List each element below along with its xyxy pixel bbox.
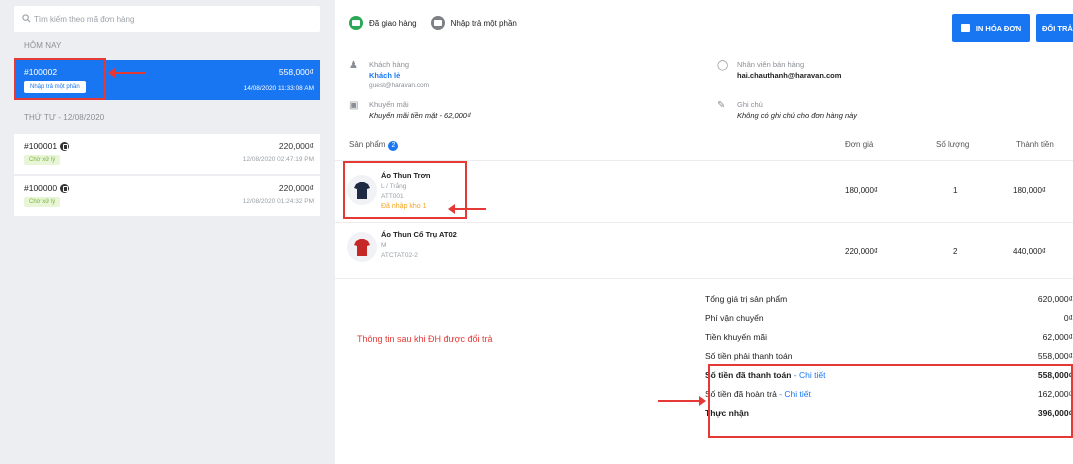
unit-price: 180,000₫ (845, 186, 879, 195)
quantity: 1 (953, 186, 958, 195)
total-header: Thành tiền (1016, 140, 1054, 149)
annotation-arrow (448, 204, 486, 214)
payable-value: 558,000₫ (1037, 351, 1073, 361)
customer-name-link[interactable]: Khách lẻ (369, 71, 429, 80)
discount-label: Tiền khuyến mãi (705, 332, 768, 342)
payable-label: Số tiền phải thanh toán (705, 351, 793, 361)
status-badge: Chờ xử lý (24, 197, 61, 207)
search-input[interactable]: Tìm kiếm theo mã đơn hàng (34, 15, 134, 24)
products-header: Sản phẩm 2 (349, 140, 399, 151)
order-code-row: #100000 (24, 183, 70, 193)
note-label: Ghi chú (737, 100, 763, 109)
product-variant: M (381, 242, 387, 249)
user-icon: ♟ (349, 60, 358, 71)
line-total: 180,000₫ (1013, 186, 1047, 195)
order-item-100001[interactable]: #100001 220,000₫ Chờ xử lý 12/08/2020 02… (14, 134, 320, 174)
delivered-icon (349, 16, 363, 30)
order-date: 12/08/2020 01:24:32 PM (242, 198, 314, 205)
product-table-header: Sản phẩm 2 Đơn giá Số lượng Thành tiền (335, 140, 1073, 162)
note-value: Không có ghi chú cho đơn hàng này (737, 111, 858, 120)
group-label-wed: THỨ TƯ - 12/08/2020 (24, 113, 105, 122)
status-partial-return: Nhập trả một phần (450, 18, 517, 28)
exchange-icon (60, 141, 70, 151)
order-amount: 220,000₫ (278, 183, 314, 193)
customer-email: guest@haravan.com (369, 82, 430, 89)
status-delivered: Đã giao hàng (369, 18, 417, 28)
discount-row: Tiền khuyến mãi 62,000₫ (705, 332, 1073, 348)
annotation-arrow (658, 396, 706, 406)
shipping-value: 0₫ (1063, 313, 1073, 323)
product-count-badge: 2 (388, 141, 399, 151)
gift-icon: ▣ (349, 100, 359, 111)
pencil-icon: ✎ (717, 100, 726, 111)
print-invoice-button[interactable]: IN HÓA ĐƠN (952, 14, 1030, 42)
annotation-arrow (108, 68, 146, 78)
order-code-row: #100001 (24, 141, 70, 151)
status-row: Đã giao hàng Nhập trả một phần (349, 16, 517, 30)
products-header-label: Sản phẩm (349, 140, 386, 149)
print-label: IN HÓA ĐƠN (975, 23, 1022, 33)
order-code: #100000 (24, 183, 58, 193)
qty-header: Số lượng (936, 140, 970, 149)
search-icon (22, 14, 31, 23)
product-thumbnail (347, 232, 377, 262)
product-sku: ATCTAT02-2 (381, 252, 418, 259)
line-total: 440,000₫ (1013, 247, 1047, 256)
product-name[interactable]: Áo Thun Cổ Trụ AT02 (381, 230, 457, 239)
subtotal-label: Tổng giá trị sản phẩm (705, 294, 788, 304)
exchange-button[interactable]: ĐỔI TRẢ (1036, 14, 1073, 42)
staff-icon: ◯ (717, 60, 729, 71)
unit-price: 220,000₫ (845, 247, 879, 256)
highlight-box-order (14, 58, 106, 100)
highlight-box-summary (708, 364, 1073, 438)
promo-value: Khuyến mãi tiền mặt - 62,000₫ (369, 111, 471, 120)
promo-label: Khuyến mãi (369, 100, 409, 109)
search-box[interactable]: Tìm kiếm theo mã đơn hàng (14, 6, 320, 32)
order-item-100000[interactable]: #100000 220,000₫ Chờ xử lý 12/08/2020 01… (14, 176, 320, 216)
discount-value: 62,000₫ (1042, 332, 1073, 342)
order-amount: 558,000₫ (278, 67, 314, 77)
customer-label: Khách hàng (369, 60, 410, 69)
order-date: 14/08/2020 11:33:08 AM (243, 85, 314, 92)
order-amount: 220,000₫ (278, 141, 314, 151)
divider (335, 278, 1073, 279)
staff-label: Nhân viên bán hàng (737, 60, 805, 69)
subtotal-row: Tổng giá trị sản phẩm 620,000₫ (705, 294, 1073, 310)
status-badge: Chờ xử lý (24, 155, 61, 165)
annotation-text: Thông tin sau khi ĐH được đổi trả (357, 334, 493, 344)
note-info: Ghi chú Không có ghi chú cho đơn hàng nà… (737, 100, 857, 120)
partial-return-icon (430, 16, 445, 30)
exchange-label: ĐỔI TRẢ (1042, 23, 1073, 33)
staff-info: Nhân viên bán hàng hai.chauthanh@haravan… (737, 60, 841, 80)
group-label-today: HÔM NAY (24, 41, 62, 50)
quantity: 2 (953, 247, 958, 256)
exchange-icon (60, 183, 70, 193)
order-code: #100001 (24, 141, 58, 151)
printer-icon (960, 24, 970, 32)
staff-email: hai.chauthanh@haravan.com (737, 71, 842, 80)
subtotal-value: 620,000₫ (1037, 294, 1073, 304)
shipping-label: Phí vận chuyển (705, 313, 764, 323)
order-date: 12/08/2020 02:47:19 PM (242, 156, 314, 163)
product-row: Áo Thun Cổ Trụ AT02 M ATCTAT02-2 220,000… (335, 222, 1073, 280)
promo-info: Khuyến mãi Khuyến mãi tiền mặt - 62,000₫ (369, 100, 471, 120)
customer-info: Khách hàng Khách lẻ guest@haravan.com (369, 60, 429, 89)
shipping-row: Phí vận chuyển 0₫ (705, 313, 1073, 329)
unit-price-header: Đơn giá (845, 140, 874, 149)
